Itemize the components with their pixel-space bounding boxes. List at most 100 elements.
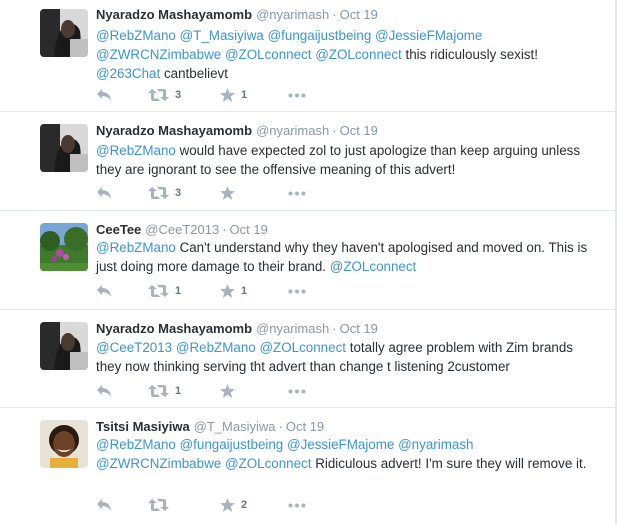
- reply-icon: [97, 187, 111, 199]
- tweet-text-segment: Ridiculous advert! I'm sure they will re…: [311, 456, 587, 471]
- favorite-button[interactable]: [220, 186, 241, 200]
- favorite-count: 1: [241, 89, 248, 101]
- mention-link[interactable]: @ZOLconnect: [330, 259, 417, 274]
- mention-link[interactable]: @RebZMano: [96, 437, 176, 452]
- tweet-author-name[interactable]: Nyaradzo Mashayamomb: [96, 7, 252, 22]
- mention-link[interactable]: @ZWRCNZimbabwe: [96, 47, 221, 62]
- reply-button[interactable]: [96, 88, 112, 102]
- tweet[interactable]: Nyaradzo Mashayamomb @nyarimash · Oct 19 @C…: [0, 310, 615, 408]
- tweet-text-segment: cantbelievt: [160, 66, 228, 81]
- tweet-timestamp[interactable]: Oct 19: [230, 222, 268, 237]
- retweet-count: 1: [175, 385, 182, 397]
- mention-link[interactable]: @ZOLconnect: [315, 47, 402, 62]
- tweet-author-handle[interactable]: @nyarimash: [256, 321, 329, 336]
- favorite-button[interactable]: 1: [220, 88, 247, 102]
- reply-button[interactable]: [96, 384, 112, 398]
- tweet[interactable]: Nyaradzo Mashayamomb @nyarimash · Oct 19 @R…: [0, 0, 615, 112]
- star-icon: [220, 88, 235, 102]
- mention-link[interactable]: @263Chat: [96, 66, 160, 81]
- mention-link[interactable]: @fungaijustbeing: [268, 28, 372, 43]
- tweet-author-name[interactable]: Nyaradzo Mashayamomb: [96, 321, 252, 336]
- tweet-author-handle[interactable]: @nyarimash: [256, 7, 329, 22]
- tweet-author-name[interactable]: CeeTee: [96, 222, 141, 237]
- avatar-photo-woman-dark: [40, 124, 88, 172]
- avatar[interactable]: [40, 9, 88, 57]
- retweet-icon: [148, 499, 169, 511]
- mention-link[interactable]: @RebZMano: [96, 143, 176, 158]
- retweet-button[interactable]: 1: [148, 384, 181, 398]
- mention-link[interactable]: @RebZMano: [176, 340, 256, 355]
- favorite-button[interactable]: 1: [220, 284, 247, 298]
- more-icon: [288, 191, 306, 196]
- mention-link[interactable]: @ZOLconnect: [259, 340, 346, 355]
- avatar-photo-garden: [40, 223, 88, 271]
- tweet-timestamp[interactable]: Oct 19: [340, 321, 378, 336]
- tweet-timestamp[interactable]: Oct 19: [340, 7, 378, 22]
- favorite-button[interactable]: 2: [220, 498, 247, 512]
- tweet-header: Nyaradzo Mashayamomb @nyarimash · Oct 19: [96, 123, 378, 138]
- avatar[interactable]: [40, 322, 88, 370]
- tweet-author-name[interactable]: Tsitsi Masiyiwa: [96, 419, 190, 434]
- reply-icon: [97, 285, 111, 297]
- tweet-timestamp[interactable]: Oct 19: [340, 123, 378, 138]
- favorite-count: 1: [241, 285, 248, 297]
- tweet-text-segment: this ridiculously sexist!: [401, 47, 538, 62]
- tweet-text: @RebZMano @T_Masiyiwa @fungaijustbeing @…: [96, 26, 596, 83]
- tweet-author-handle[interactable]: @T_Masiyiwa: [194, 419, 276, 434]
- separator-dot: ·: [332, 123, 337, 138]
- separator-dot: ·: [222, 222, 227, 237]
- more-button[interactable]: [288, 289, 306, 294]
- more-icon: [288, 503, 306, 508]
- reply-button[interactable]: [96, 284, 112, 298]
- reply-icon: [97, 89, 111, 101]
- avatar[interactable]: [40, 420, 88, 468]
- mention-link[interactable]: @JessieFMajome: [375, 28, 482, 43]
- tweet-text: @RebZMano Can't understand why they have…: [96, 238, 596, 276]
- retweet-button[interactable]: [148, 498, 175, 512]
- mention-link[interactable]: @ZOLconnect: [225, 47, 312, 62]
- avatar-photo-woman-dark: [40, 9, 88, 57]
- more-icon: [288, 389, 306, 394]
- retweet-icon: [148, 385, 169, 397]
- retweet-count: 1: [175, 285, 182, 297]
- tweet-author-handle[interactable]: @CeeT2013: [145, 222, 219, 237]
- tweet-header: Nyaradzo Mashayamomb @nyarimash · Oct 19: [96, 321, 378, 336]
- reply-button[interactable]: [96, 498, 112, 512]
- separator-dot: ·: [278, 419, 283, 434]
- tweet-text: @RebZMano @fungaijustbeing @JessieFMajom…: [96, 435, 596, 473]
- retweet-button[interactable]: 3: [148, 186, 181, 200]
- mention-link[interactable]: @fungaijustbeing: [180, 437, 284, 452]
- mention-link[interactable]: @nyarimash: [398, 437, 473, 452]
- mention-link[interactable]: @CeeT2013: [96, 340, 172, 355]
- retweet-button[interactable]: 1: [148, 284, 181, 298]
- tweet-author-name[interactable]: Nyaradzo Mashayamomb: [96, 123, 252, 138]
- more-button[interactable]: [288, 503, 306, 508]
- tweet-timestamp[interactable]: Oct 19: [286, 419, 324, 434]
- tweet-text: @CeeT2013 @RebZMano @ZOLconnect totally …: [96, 338, 596, 376]
- mention-link[interactable]: @JessieFMajome: [287, 437, 394, 452]
- star-icon: [220, 384, 235, 398]
- more-button[interactable]: [288, 93, 306, 98]
- reply-icon: [97, 385, 111, 397]
- mention-link[interactable]: @RebZMano: [96, 240, 176, 255]
- mention-link[interactable]: @RebZMano: [96, 28, 176, 43]
- more-button[interactable]: [288, 389, 306, 394]
- mention-link[interactable]: @ZWRCNZimbabwe: [96, 456, 221, 471]
- tweet[interactable]: Nyaradzo Mashayamomb @nyarimash · Oct 19 @R…: [0, 112, 615, 211]
- tweet-header: CeeTee @CeeT2013 · Oct 19: [96, 222, 268, 237]
- tweet[interactable]: CeeTee @CeeT2013 · Oct 19 @RebZMano Can't u…: [0, 211, 615, 310]
- tweet[interactable]: Tsitsi Masiyiwa @T_Masiyiwa · Oct 19 @RebZM…: [0, 408, 615, 524]
- avatar[interactable]: [40, 223, 88, 271]
- star-icon: [220, 186, 235, 200]
- star-icon: [220, 498, 235, 512]
- mention-link[interactable]: @ZOLconnect: [225, 456, 312, 471]
- avatar[interactable]: [40, 124, 88, 172]
- more-button[interactable]: [288, 191, 306, 196]
- tweet-text: @RebZMano would have expected zol to jus…: [96, 141, 596, 179]
- retweet-count: 3: [175, 187, 182, 199]
- favorite-button[interactable]: [220, 384, 241, 398]
- tweet-author-handle[interactable]: @nyarimash: [256, 123, 329, 138]
- mention-link[interactable]: @T_Masiyiwa: [180, 28, 264, 43]
- retweet-button[interactable]: 3: [148, 88, 181, 102]
- reply-button[interactable]: [96, 186, 112, 200]
